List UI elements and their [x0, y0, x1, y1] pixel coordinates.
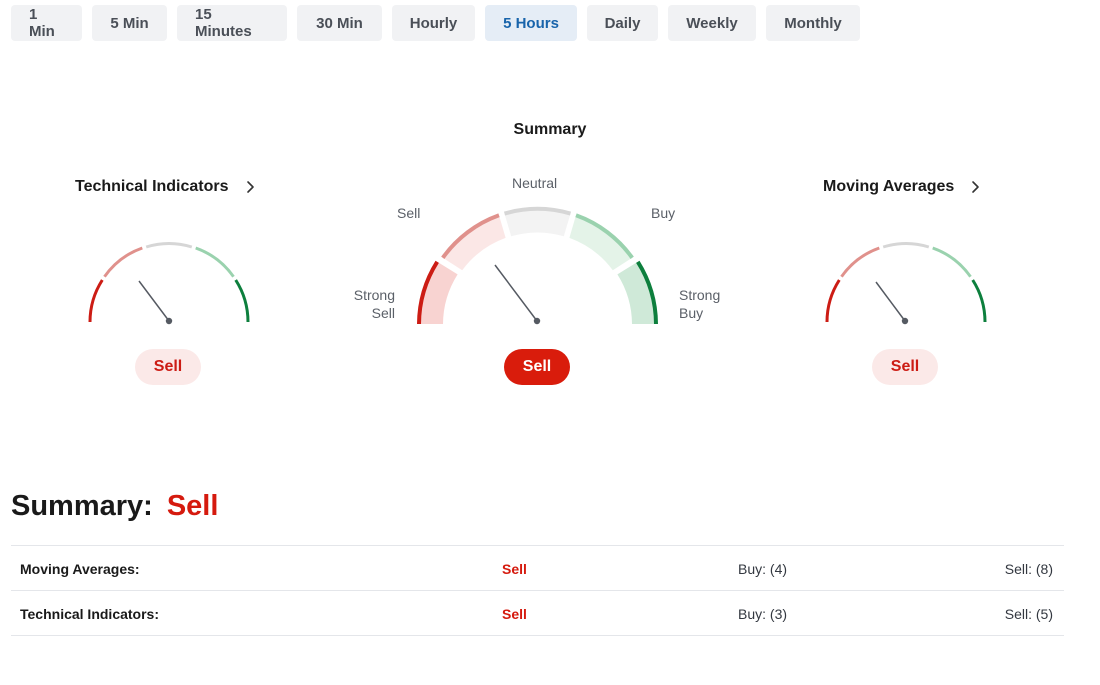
summary-label: Summary:: [11, 490, 153, 522]
label-neutral: Neutral: [512, 175, 558, 191]
technical-indicators-signal: Sell: [135, 349, 201, 385]
chevron-right-icon: [246, 181, 254, 193]
summary-gauge-title: Summary: [513, 121, 587, 138]
chevron-right-icon: [972, 181, 980, 193]
gauge-arc-neutral: [145, 242, 193, 249]
summary-heading: Summary: Sell: [11, 490, 218, 523]
row-buy-count: Buy: (3): [738, 605, 788, 622]
gauge-arc-buy: [932, 246, 972, 278]
label-strong-buy: Strong Buy: [679, 287, 721, 321]
gauge-pivot: [165, 317, 173, 325]
tab-hourly[interactable]: Hourly: [392, 5, 475, 41]
moving-averages-title: Moving Averages: [823, 178, 955, 195]
timeframe-tabs: 1 Min 5 Min 15 Minutes 30 Min Hourly 5 H…: [11, 5, 860, 41]
gauge-arc-neutral: [882, 242, 930, 249]
table-row: Technical Indicators: Sell Buy: (3) Sell…: [11, 590, 1064, 636]
gauge-band-buy: [569, 215, 633, 271]
technical-indicators-gauge: [88, 242, 250, 325]
label-strong-sell: Strong Sell: [353, 287, 395, 321]
tab-daily[interactable]: Daily: [587, 5, 658, 41]
summary-value: Sell: [166, 490, 219, 522]
gauge-pivot: [901, 317, 909, 325]
gauge-arc-strong-buy: [971, 279, 987, 323]
row-action: Sell: [502, 560, 527, 577]
moving-averages-link[interactable]: Moving Averages: [823, 178, 982, 196]
summary-table: Moving Averages: Sell Buy: (4) Sell: (8)…: [11, 545, 1064, 636]
gauge-arc-strong-sell: [88, 279, 104, 323]
summary-gauge: [417, 206, 658, 325]
moving-averages-signal: Sell: [872, 349, 938, 385]
row-name: Technical Indicators:: [20, 605, 159, 622]
gauge-needle: [138, 280, 170, 322]
gauge-arc-buy: [195, 246, 235, 278]
tab-15-minutes[interactable]: 15 Minutes: [177, 5, 287, 41]
table-row: Moving Averages: Sell Buy: (4) Sell: (8): [11, 545, 1064, 590]
tab-30-min[interactable]: 30 Min: [297, 5, 382, 41]
tab-weekly[interactable]: Weekly: [668, 5, 756, 41]
gauge-arc-strong-buy: [234, 279, 250, 323]
gauge-arc-sell: [840, 246, 880, 278]
gauge-needle: [875, 281, 906, 322]
tab-5-hours[interactable]: 5 Hours: [485, 5, 577, 41]
row-buy-count: Buy: (4): [738, 560, 788, 577]
row-name: Moving Averages:: [20, 560, 140, 577]
technical-indicators-link[interactable]: Technical Indicators: [75, 178, 257, 196]
gauge-arc-sell: [103, 246, 143, 278]
row-sell-count: Sell: (8): [1004, 560, 1053, 577]
gauge-pivot: [533, 317, 541, 325]
moving-averages-gauge: [825, 242, 987, 325]
gauge-arc-strong-sell: [825, 279, 841, 323]
summary-signal: Sell: [504, 349, 570, 385]
tab-5-min[interactable]: 5 Min: [92, 5, 167, 41]
gauge-band-sell: [442, 215, 506, 271]
gauge-needle: [494, 264, 538, 322]
tab-monthly[interactable]: Monthly: [766, 5, 860, 41]
row-action: Sell: [502, 605, 527, 622]
row-sell-count: Sell: (5): [1004, 605, 1053, 622]
tab-1-min[interactable]: 1 Min: [11, 5, 82, 41]
technical-indicators-title: Technical Indicators: [75, 178, 229, 195]
